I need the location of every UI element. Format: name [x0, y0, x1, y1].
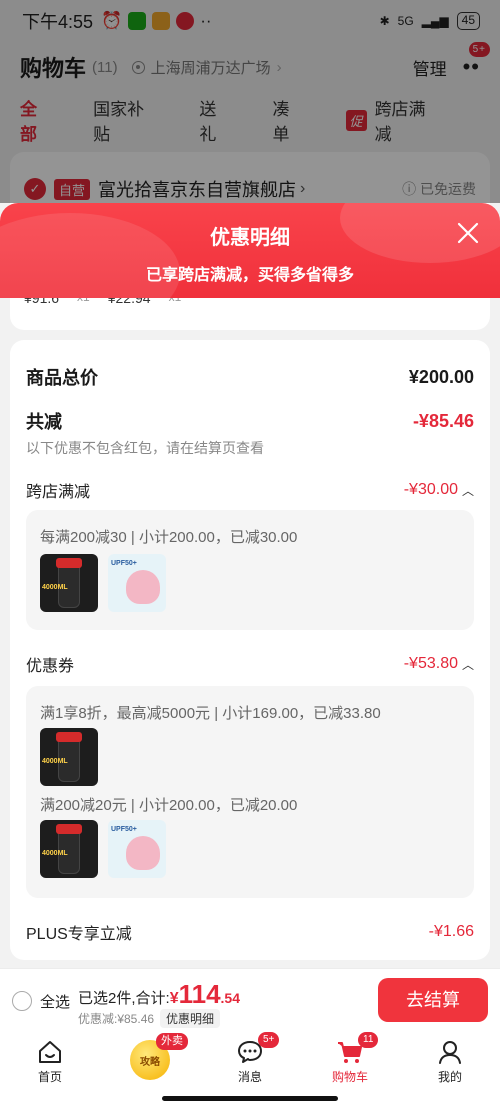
close-icon[interactable]: [456, 221, 480, 245]
mask-shape: [126, 570, 160, 604]
bottle-cap-shape: [56, 824, 82, 834]
coupon-label: 优惠券: [26, 658, 75, 675]
product-label-text: UPF50+: [111, 826, 137, 833]
home-indicator: [162, 1096, 338, 1101]
select-all-label[interactable]: 全选: [40, 991, 70, 1012]
product-label-text: 4000ML: [42, 584, 68, 591]
discount-detail-button[interactable]: 优惠明细: [160, 1009, 221, 1028]
discount-detail-panel: 商品总价 ¥200.00 共减 -¥85.46 以下优惠不包含红包，请在结算页查…: [10, 340, 490, 960]
bottle-cap-shape: [56, 732, 82, 742]
bottom-tab-bar: 首页 攻略 外卖 消息 5+ 购物车 11 我的: [0, 1030, 500, 1111]
reduce-label: 共减: [26, 412, 62, 432]
selected-text: 已选2件,合计:: [78, 990, 170, 1007]
coupon-row[interactable]: 优惠券 -¥53.80 ︿: [26, 652, 474, 676]
product-label-text: 4000ML: [42, 850, 68, 857]
total-value: ¥200.00: [408, 366, 474, 387]
product-thumbnail-bottle[interactable]: 4000ML: [40, 728, 98, 786]
cart-badge: 11: [358, 1032, 379, 1048]
checkout-button[interactable]: 去结算: [378, 978, 488, 1022]
product-thumbnail-bottle[interactable]: 4000ML: [40, 554, 98, 612]
chevron-up-icon: ︿: [461, 483, 474, 498]
modal-overlay[interactable]: [0, 0, 500, 203]
sheet-title: 优惠明细: [210, 227, 290, 249]
bottle-cap-shape: [56, 558, 82, 568]
coupon-value: -¥53.80: [403, 655, 458, 672]
cross-store-row[interactable]: 跨店满减 -¥30.00 ︿: [26, 478, 474, 502]
reduce-note-row: 以下优惠不包含红包，请在结算页查看: [26, 438, 474, 458]
total-currency: ¥: [169, 990, 179, 1007]
cross-store-desc: 每满200减30 | 小计200.00，已减30.00: [40, 529, 298, 546]
product-label-text: UPF50+: [111, 560, 137, 567]
strategy-label: 攻略: [140, 1057, 160, 1068]
cross-store-label: 跨店满减: [26, 484, 91, 501]
chevron-up-icon: ︿: [461, 657, 474, 672]
cross-store-value-wrap: -¥30.00 ︿: [404, 481, 474, 499]
total-amount: 114: [178, 979, 221, 1009]
waimai-badge: 外卖: [156, 1033, 188, 1050]
tabbar-mine[interactable]: 我的: [400, 1030, 500, 1111]
select-all-checkbox[interactable]: [12, 991, 32, 1011]
product-label-text: 4000ML: [42, 758, 68, 765]
discount-info: 优惠减:¥85.46 优惠明细: [78, 1009, 221, 1028]
mask-shape: [126, 836, 160, 870]
tabbar-home[interactable]: 首页: [0, 1030, 100, 1111]
tabbar-messages-label: 消息: [237, 1070, 262, 1084]
coupon-desc-1: 满1享8折，最高减5000元 | 小计169.00，已减33.80: [40, 705, 381, 722]
cross-store-box: 每满200减30 | 小计200.00，已减30.00 4000ML UPF50…: [26, 510, 474, 630]
coupon-desc-2: 满200减20元 | 小计200.00，已减20.00: [40, 797, 298, 814]
product-thumbnail-bottle[interactable]: 4000ML: [40, 820, 98, 878]
plus-value: -¥1.66: [428, 923, 474, 940]
product-thumbnail-mask[interactable]: UPF50+: [108, 820, 166, 878]
reduce-note: 以下优惠不包含红包，请在结算页查看: [26, 440, 264, 456]
reduce-value: -¥85.46: [412, 410, 474, 431]
reduce-row: 共减 -¥85.46: [26, 408, 474, 434]
home-icon: [39, 1041, 61, 1063]
plus-row: PLUS专享立减 -¥1.66: [26, 920, 474, 944]
sheet-subtitle: 已享跨店满减，买得多省得多: [145, 267, 354, 284]
coupon-value-wrap: -¥53.80 ︿: [404, 655, 474, 673]
tabbar-mine-label: 我的: [437, 1070, 462, 1084]
plus-label: PLUS专享立减: [26, 926, 132, 943]
total-label: 商品总价: [26, 368, 98, 388]
tabbar-home-label: 首页: [37, 1070, 62, 1084]
total-decimal: .54: [220, 990, 241, 1006]
discount-text: 优惠减:¥85.46: [78, 1012, 155, 1026]
total-row: 商品总价 ¥200.00: [26, 364, 474, 390]
user-icon: [439, 1041, 461, 1064]
selected-total: 已选2件,合计: ¥ 114 .54: [78, 979, 240, 1010]
checkout-bar: 全选 已选2件,合计: ¥ 114 .54 优惠减:¥85.46 优惠明细 去结…: [0, 968, 500, 1030]
messages-badge: 5+: [258, 1032, 280, 1048]
product-thumbnail-mask[interactable]: UPF50+: [108, 554, 166, 612]
tabbar-cart-label: 购物车: [331, 1070, 368, 1084]
discount-detail-banner: 优惠明细 已享跨店满减，买得多省得多: [0, 203, 500, 298]
cross-store-value: -¥30.00: [403, 481, 458, 498]
coupon-box: 满1享8折，最高减5000元 | 小计169.00，已减33.80 4000ML…: [26, 686, 474, 898]
